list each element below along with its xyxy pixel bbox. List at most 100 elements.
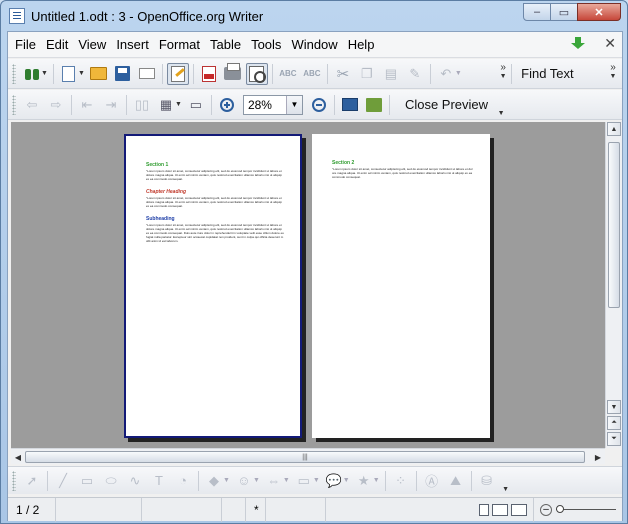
basic-shapes-button[interactable]: ◆ xyxy=(203,471,225,491)
multi-page-view-icon[interactable] xyxy=(492,503,508,516)
callout-tool-button[interactable]: ◔ xyxy=(172,471,194,491)
toolbar-overflow-button[interactable]: ▼ xyxy=(496,93,506,117)
extrusion-button[interactable]: ⛁ xyxy=(476,471,498,491)
page-indicator[interactable]: 1 / 2 xyxy=(8,497,56,522)
from-file-button[interactable]: ⛰ xyxy=(445,471,467,491)
edit-file-button[interactable] xyxy=(166,62,189,85)
zoom-slider-knob[interactable] xyxy=(556,505,564,513)
menu-insert[interactable]: Insert xyxy=(111,37,154,52)
vertical-scrollbar[interactable]: ▲ ▼ ⏶ ⏷ xyxy=(605,122,622,448)
format-paintbrush-button[interactable]: ✎ xyxy=(404,63,426,85)
flowchart-button[interactable]: ▭ xyxy=(293,471,315,491)
close-button[interactable]: ✕ xyxy=(577,3,621,21)
menu-file[interactable]: File xyxy=(10,37,41,52)
chevron-down-icon[interactable]: ▼ xyxy=(283,477,290,484)
first-page-button[interactable]: ⇤ xyxy=(76,94,98,116)
callouts-button[interactable]: 💬 xyxy=(323,471,345,491)
page-1[interactable]: Section 1 "Lorem ipsum dolor sit amet, co… xyxy=(124,134,302,438)
next-page-scroll-button[interactable]: ⏷ xyxy=(607,432,621,446)
print-preview-button[interactable] xyxy=(363,94,385,116)
open-button[interactable] xyxy=(88,63,110,85)
zoom-combobox[interactable]: 28% ▼ xyxy=(242,94,303,115)
vertical-scroll-thumb[interactable] xyxy=(608,142,620,308)
select-tool-button[interactable]: ➚ xyxy=(21,471,43,491)
new-document-button[interactable] xyxy=(58,63,80,85)
toolbar-grip[interactable] xyxy=(12,94,16,115)
scroll-left-button[interactable]: ◀ xyxy=(11,450,25,464)
multiple-pages-button[interactable]: ▦ xyxy=(155,94,177,116)
scroll-up-button[interactable]: ▲ xyxy=(607,122,621,136)
document-preview-area[interactable]: Section 1 "Lorem ipsum dolor sit amet, co… xyxy=(11,122,605,448)
find-toolbar-overflow-button[interactable]: » ▼ xyxy=(608,62,618,86)
book-view-icon[interactable] xyxy=(511,503,527,516)
toolbar-grip[interactable] xyxy=(12,470,16,491)
chevron-down-icon[interactable]: ▼ xyxy=(175,101,182,108)
export-pdf-button[interactable] xyxy=(198,63,220,85)
close-document-icon[interactable]: ✕ xyxy=(604,35,616,52)
zoom-in-button[interactable] xyxy=(216,94,238,116)
single-page-view-icon[interactable] xyxy=(479,503,489,516)
block-arrows-button[interactable]: ⇔ xyxy=(263,471,285,491)
scroll-down-button[interactable]: ▼ xyxy=(607,400,621,414)
undo-button[interactable]: ↶ xyxy=(435,63,457,85)
menu-view[interactable]: View xyxy=(73,37,111,52)
selection-mode-cell[interactable] xyxy=(222,497,246,522)
save-button[interactable] xyxy=(112,63,134,85)
fontwork-button[interactable]: Ⓐ xyxy=(421,471,443,491)
toolbar-overflow-button[interactable]: » ▼ xyxy=(498,62,508,86)
menu-table[interactable]: Table xyxy=(205,37,246,52)
freeform-tool-button[interactable]: ∿ xyxy=(124,471,146,491)
last-page-button[interactable]: ⇥ xyxy=(100,94,122,116)
menu-window[interactable]: Window xyxy=(286,37,342,52)
menu-format[interactable]: Format xyxy=(154,37,205,52)
find-toolbar-button[interactable] xyxy=(21,63,43,85)
zoom-minus-icon[interactable]: – xyxy=(540,503,552,516)
autospell-button[interactable]: ABC xyxy=(301,63,323,85)
find-text-field[interactable]: Find Text xyxy=(521,66,574,81)
scroll-right-button[interactable]: ▶ xyxy=(591,450,605,464)
menu-edit[interactable]: Edit xyxy=(41,37,73,52)
line-tool-button[interactable]: ╱ xyxy=(52,471,74,491)
close-preview-button[interactable]: Close Preview xyxy=(401,95,492,114)
rectangle-tool-button[interactable]: ▭ xyxy=(76,471,98,491)
next-page-button[interactable]: ⇨ xyxy=(45,94,67,116)
paste-button[interactable]: ▤ xyxy=(380,63,402,85)
horizontal-scroll-thumb[interactable]: ||| xyxy=(25,451,585,463)
chevron-down-icon[interactable]: ▼ xyxy=(285,95,302,114)
print-button[interactable] xyxy=(222,63,244,85)
zoom-slider[interactable]: – xyxy=(534,503,622,516)
menu-tools[interactable]: Tools xyxy=(246,37,286,52)
modified-indicator[interactable]: * xyxy=(246,497,266,522)
page-style-cell[interactable] xyxy=(56,497,142,522)
chevron-down-icon[interactable]: ▼ xyxy=(223,477,230,484)
zoom-out-button[interactable] xyxy=(308,94,330,116)
symbol-shapes-button[interactable]: ☺ xyxy=(233,471,255,491)
previous-page-scroll-button[interactable]: ⏶ xyxy=(607,416,621,430)
language-cell[interactable] xyxy=(142,497,222,522)
chevron-down-icon[interactable]: ▼ xyxy=(41,70,48,77)
zoom-slider-track[interactable] xyxy=(556,505,616,513)
horizontal-scrollbar[interactable]: ◀ ||| ▶ xyxy=(11,448,605,464)
chevron-down-icon[interactable]: ▼ xyxy=(373,477,380,484)
page-2[interactable]: Section 2 "Lorem ipsum dolor sit amet, co… xyxy=(312,134,490,438)
stars-button[interactable]: ★ xyxy=(353,471,375,491)
chevron-down-icon[interactable]: ▼ xyxy=(455,70,462,77)
book-preview-button[interactable]: ▭ xyxy=(185,94,207,116)
points-button[interactable]: ⁘ xyxy=(390,471,412,491)
full-screen-button[interactable] xyxy=(339,94,361,116)
toolbar-overflow-button[interactable]: ▼ xyxy=(501,469,511,493)
chevron-down-icon[interactable]: ▼ xyxy=(78,70,85,77)
toolbar-grip[interactable] xyxy=(12,63,16,84)
menu-help[interactable]: Help xyxy=(343,37,380,52)
chevron-down-icon[interactable]: ▼ xyxy=(343,477,350,484)
chevron-down-icon[interactable]: ▼ xyxy=(253,477,260,484)
chevron-down-icon[interactable]: ▼ xyxy=(313,477,320,484)
ellipse-tool-button[interactable]: ⬭ xyxy=(100,471,122,491)
spellcheck-button[interactable]: ABC xyxy=(277,63,299,85)
update-download-icon[interactable] xyxy=(570,36,586,51)
signature-cell[interactable] xyxy=(266,497,326,522)
previous-page-button[interactable]: ⇦ xyxy=(21,94,43,116)
copy-button[interactable]: ❐ xyxy=(356,63,378,85)
title-bar[interactable]: Untitled 1.odt : 3 - OpenOffice.org Writ… xyxy=(1,1,627,31)
minimize-button[interactable]: – xyxy=(523,3,551,21)
